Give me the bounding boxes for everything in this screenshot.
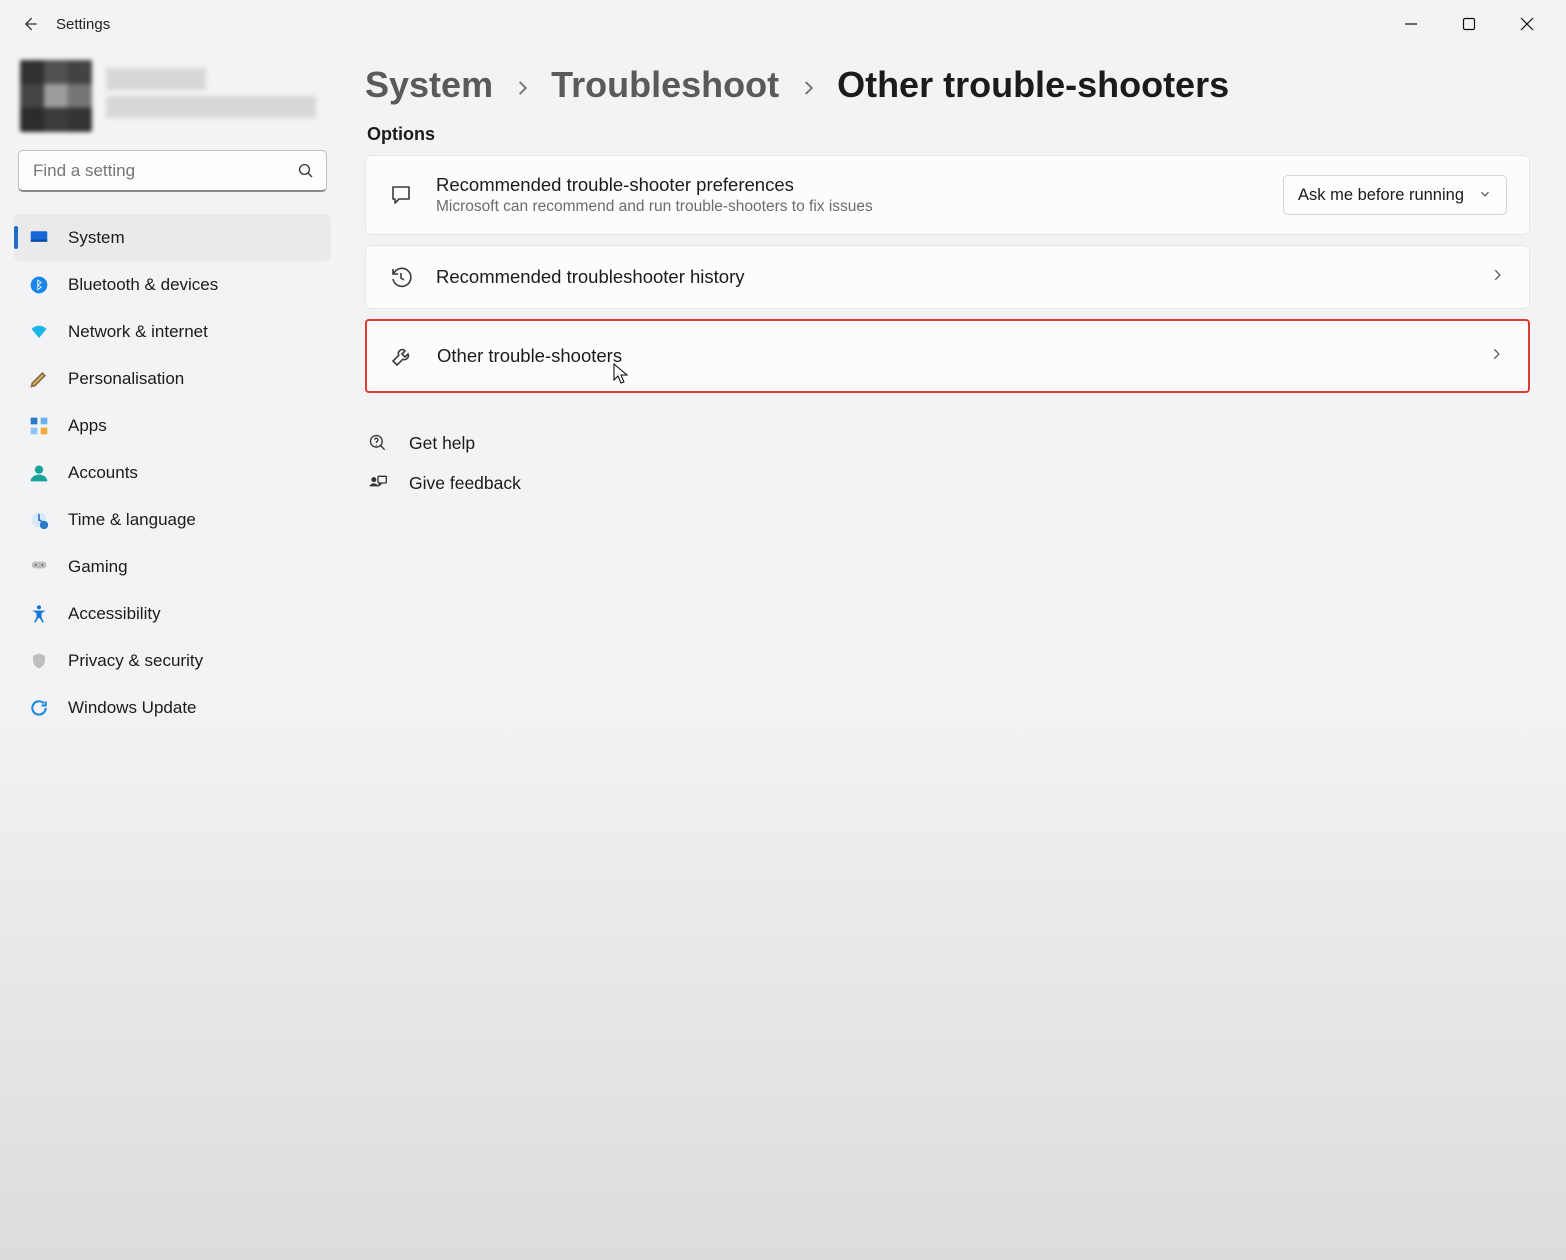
minimize-icon <box>1404 17 1418 31</box>
give-feedback-link[interactable]: Give feedback <box>367 463 1530 503</box>
window-maximize-button[interactable] <box>1440 4 1498 44</box>
row-title: Recommended troubleshooter history <box>436 266 1465 288</box>
sidebar-item-label: Bluetooth & devices <box>68 275 218 295</box>
search-icon <box>297 162 315 180</box>
row-subtitle: Microsoft can recommend and run trouble-… <box>436 198 1261 216</box>
sidebar-item-label: Network & internet <box>68 322 208 342</box>
breadcrumb-troubleshoot[interactable]: Troubleshoot <box>551 64 779 106</box>
chevron-right-icon <box>513 64 531 106</box>
sidebar-item-label: System <box>68 228 125 248</box>
maximize-icon <box>1462 17 1476 31</box>
window-controls <box>1382 0 1556 48</box>
window-title: Settings <box>56 16 110 33</box>
row-title: Other trouble-shooters <box>437 345 1464 367</box>
card-troubleshooter-preferences: Recommended trouble-shooter preferences … <box>365 155 1530 235</box>
user-name <box>106 68 206 90</box>
user-email <box>106 96 316 118</box>
sidebar-item-label: Apps <box>68 416 107 436</box>
nav-list: System Bluetooth & devices Network & int… <box>14 214 331 731</box>
help-link-label: Get help <box>409 433 475 454</box>
sidebar-item-windows-update[interactable]: Windows Update <box>14 684 331 731</box>
avatar <box>20 60 92 132</box>
apps-icon <box>28 415 50 437</box>
sidebar-item-network[interactable]: Network & internet <box>14 308 331 355</box>
search-input[interactable] <box>18 150 327 192</box>
sidebar-item-personalisation[interactable]: Personalisation <box>14 355 331 402</box>
search-setting <box>18 150 327 192</box>
display-icon <box>28 227 50 249</box>
sidebar-item-system[interactable]: System <box>14 214 331 261</box>
accessibility-icon <box>28 603 50 625</box>
update-icon <box>28 697 50 719</box>
sidebar-item-accounts[interactable]: Accounts <box>14 449 331 496</box>
chevron-right-icon <box>1487 268 1507 287</box>
history-icon <box>388 264 414 290</box>
preferences-dropdown[interactable]: Ask me before running <box>1283 175 1507 215</box>
sidebar-item-label: Windows Update <box>68 698 197 718</box>
clock-globe-icon <box>28 509 50 531</box>
wifi-icon <box>28 321 50 343</box>
window-close-button[interactable] <box>1498 4 1556 44</box>
help-link-label: Give feedback <box>409 473 521 494</box>
sidebar-item-gaming[interactable]: Gaming <box>14 543 331 590</box>
chat-bubble-icon <box>388 182 414 208</box>
window-minimize-button[interactable] <box>1382 4 1440 44</box>
dropdown-value: Ask me before running <box>1298 186 1464 205</box>
sidebar-item-label: Privacy & security <box>68 651 203 671</box>
card-other-troubleshooters[interactable]: Other trouble-shooters <box>365 319 1530 393</box>
help-icon <box>367 433 389 453</box>
sidebar-item-label: Accessibility <box>68 604 161 624</box>
gamepad-icon <box>28 556 50 578</box>
close-icon <box>1520 17 1534 31</box>
row-title: Recommended trouble-shooter preferences <box>436 174 1261 196</box>
help-links: Get help Give feedback <box>365 423 1530 503</box>
chevron-right-icon <box>1486 347 1506 366</box>
breadcrumb-system[interactable]: System <box>365 64 493 106</box>
back-button[interactable] <box>10 4 50 44</box>
breadcrumb-current: Other trouble-shooters <box>837 64 1229 106</box>
person-icon <box>28 462 50 484</box>
sidebar-item-privacy[interactable]: Privacy & security <box>14 637 331 684</box>
sidebar-item-label: Gaming <box>68 557 128 577</box>
paintbrush-icon <box>28 368 50 390</box>
chevron-down-icon <box>1478 187 1492 204</box>
sidebar-item-accessibility[interactable]: Accessibility <box>14 590 331 637</box>
breadcrumb: System Troubleshoot Other trouble-shoote… <box>365 64 1530 106</box>
chevron-right-icon <box>799 64 817 106</box>
card-troubleshooter-history[interactable]: Recommended troubleshooter history <box>365 245 1530 309</box>
feedback-icon <box>367 473 389 493</box>
sidebar-item-label: Time & language <box>68 510 196 530</box>
titlebar: Settings <box>0 0 1566 48</box>
wrench-icon <box>389 343 415 369</box>
sidebar-item-apps[interactable]: Apps <box>14 402 331 449</box>
arrow-left-icon <box>20 14 40 34</box>
bluetooth-icon <box>28 274 50 296</box>
sidebar-item-label: Personalisation <box>68 369 184 389</box>
get-help-link[interactable]: Get help <box>367 423 1530 463</box>
sidebar-item-label: Accounts <box>68 463 138 483</box>
user-account-header[interactable] <box>14 54 331 150</box>
main-content: System Troubleshoot Other trouble-shoote… <box>345 54 1566 1260</box>
sidebar: System Bluetooth & devices Network & int… <box>0 54 345 1260</box>
sidebar-item-bluetooth[interactable]: Bluetooth & devices <box>14 261 331 308</box>
shield-icon <box>28 650 50 672</box>
sidebar-item-time-language[interactable]: Time & language <box>14 496 331 543</box>
section-title-options: Options <box>367 124 1530 145</box>
